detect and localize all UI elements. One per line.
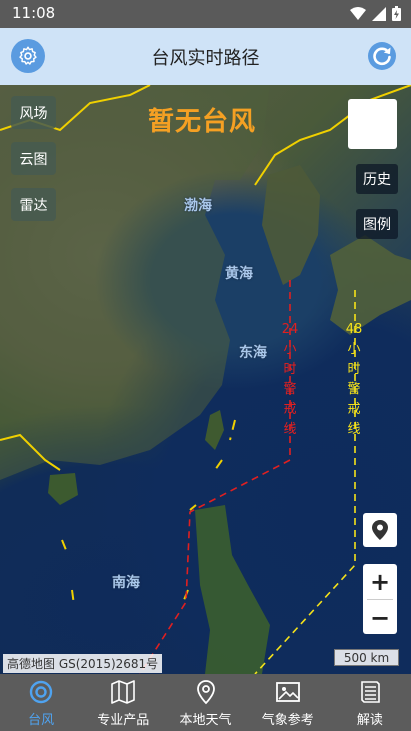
warning-24-char: 戒 — [283, 402, 297, 417]
warning-48-char: 警 — [347, 382, 361, 397]
warning-24-char: 线 — [283, 422, 297, 437]
wind-field-button[interactable]: 风场 — [11, 96, 56, 129]
warning-label-48h: 48 小 时 警 戒 线 — [343, 320, 365, 440]
warning-48-char: 小 — [347, 342, 361, 357]
hainan-island — [48, 473, 78, 505]
status-time: 11:08 — [12, 4, 56, 22]
tab-weather-reference[interactable]: 气象参考 — [247, 674, 329, 731]
map-scale: 500 km — [334, 649, 399, 666]
warning-line-48h — [254, 290, 356, 674]
cloud-image-button[interactable]: 云图 — [11, 142, 56, 175]
status-icons — [350, 6, 401, 21]
sea-label-south-sea: 南海 — [112, 575, 140, 591]
warning-24-char: 警 — [283, 382, 297, 397]
warning-24-char: 时 — [283, 362, 297, 377]
map-icon — [110, 679, 136, 705]
tab-label: 本地天气 — [179, 713, 232, 728]
status-bar: 11:08 — [0, 0, 411, 28]
blank-white-panel[interactable] — [348, 99, 397, 149]
bottom-tab-bar: 台风 专业产品 本地天气 气象参考 解读 — [0, 674, 411, 731]
page-title: 台风实时路径 — [151, 48, 260, 69]
signal-icon — [372, 6, 386, 21]
typhoon-map[interactable]: 暂无台风 风场 云图 雷达 历史 图例 渤海 黄海 东海 南海 24 小 时 警… — [0, 85, 411, 674]
sea-label-bohai: 渤海 — [184, 198, 212, 214]
tab-typhoon[interactable]: 台风 — [0, 674, 82, 731]
taiwan-island — [205, 410, 224, 450]
warning-label-24h: 24 小 时 警 戒 线 — [280, 320, 300, 440]
refresh-icon — [368, 42, 396, 70]
history-button[interactable]: 历史 — [356, 164, 398, 194]
warning-48-number: 48 — [345, 322, 363, 337]
philippines — [195, 505, 270, 674]
refresh-button[interactable] — [365, 39, 399, 73]
tab-label: 气象参考 — [261, 713, 314, 728]
tab-label: 专业产品 — [97, 713, 150, 728]
zoom-control: + − — [363, 564, 397, 634]
map-copyright: 高德地图 GS(2015)2681号 — [3, 654, 163, 673]
korea-peninsula — [262, 165, 320, 285]
app-header: 台风实时路径 — [0, 28, 411, 85]
warning-24-char: 小 — [283, 342, 297, 357]
wifi-icon — [350, 6, 366, 20]
warning-48-char: 戒 — [347, 402, 361, 417]
sea-label-east-sea: 东海 — [239, 345, 267, 361]
location-pin-icon — [372, 520, 388, 540]
location-pin-icon — [193, 679, 219, 705]
radar-button[interactable]: 雷达 — [11, 188, 56, 221]
sea-label-yellow-sea: 黄海 — [225, 266, 253, 282]
legend-button[interactable]: 图例 — [356, 209, 398, 239]
warning-48-char: 线 — [347, 422, 361, 437]
battery-icon — [392, 6, 401, 21]
warning-24-number: 24 — [281, 322, 299, 337]
typhoon-icon — [28, 679, 54, 705]
tab-professional-products[interactable]: 专业产品 — [82, 674, 164, 731]
zoom-out-button[interactable]: − — [363, 600, 397, 635]
warning-48-char: 时 — [347, 362, 361, 377]
locate-button[interactable] — [363, 513, 397, 547]
tab-label: 解读 — [356, 713, 383, 728]
book-icon — [357, 679, 383, 705]
zoom-in-button[interactable]: + — [363, 564, 397, 599]
no-typhoon-notice: 暂无台风 — [148, 107, 257, 137]
tab-interpretation[interactable]: 解读 — [329, 674, 411, 731]
tab-label: 台风 — [28, 713, 55, 728]
tab-local-weather[interactable]: 本地天气 — [164, 674, 246, 731]
image-icon — [275, 679, 301, 705]
